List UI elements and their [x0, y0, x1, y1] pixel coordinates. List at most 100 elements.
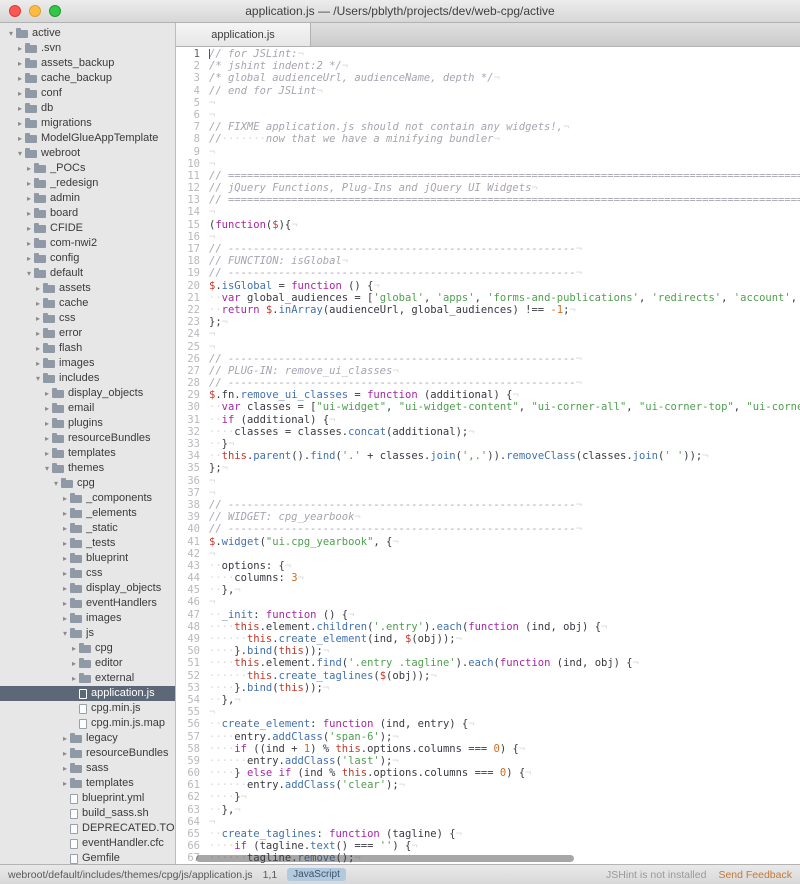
editor[interactable]: 1 2 3 4 5 6 7 8 9 10 11 12 13 14 15 16 17 18 19 20 21 22 23 24 2… — [176, 47, 800, 864]
tree-item-display_objects[interactable]: ▸ display_objects — [0, 386, 175, 401]
disclosure-triangle-icon[interactable]: ▸ — [24, 221, 34, 236]
tree-item-templates[interactable]: ▸ templates — [0, 776, 175, 791]
tree-item-email[interactable]: ▸ email — [0, 401, 175, 416]
disclosure-triangle-icon[interactable]: ▸ — [60, 521, 70, 536]
tree-item-CFIDE[interactable]: ▸ CFIDE — [0, 221, 175, 236]
tree-item-images[interactable]: ▸ images — [0, 356, 175, 371]
disclosure-triangle-icon[interactable]: ▸ — [24, 176, 34, 191]
disclosure-triangle-icon[interactable]: ▸ — [15, 101, 25, 116]
disclosure-triangle-icon[interactable]: ▸ — [60, 551, 70, 566]
tree-item-Gemfile[interactable]: Gemfile — [0, 851, 175, 864]
code-line-39[interactable]: // WIDGET: cpg_yearbook¬ — [209, 511, 800, 523]
disclosure-triangle-icon[interactable]: ▸ — [24, 191, 34, 206]
tree-item-cache[interactable]: ▸ cache — [0, 296, 175, 311]
code-line-17[interactable]: // -------------------------------------… — [209, 243, 800, 255]
disclosure-triangle-icon[interactable]: ▸ — [33, 341, 43, 356]
code-line-38[interactable]: // -------------------------------------… — [209, 499, 800, 511]
code-line-18[interactable]: // FUNCTION: isGlobal¬ — [209, 255, 800, 267]
code-line-54[interactable]: ··},¬ — [209, 694, 800, 706]
tree-item-config[interactable]: ▸ config — [0, 251, 175, 266]
tree-item-application.js[interactable]: application.js — [0, 686, 175, 701]
disclosure-triangle-icon[interactable]: ▸ — [15, 131, 25, 146]
code-line-35[interactable]: };¬ — [209, 462, 800, 474]
code-line-26[interactable]: // -------------------------------------… — [209, 353, 800, 365]
code-line-34[interactable]: ··this.parent().find('.' + classes.join(… — [209, 450, 800, 462]
tree-item-editor[interactable]: ▸ editor — [0, 656, 175, 671]
code-line-6[interactable]: ¬ — [209, 109, 800, 121]
disclosure-triangle-icon[interactable]: ▸ — [60, 731, 70, 746]
code-line-21[interactable]: ··var global_audiences = ['global', 'app… — [209, 292, 800, 304]
disclosure-triangle-icon[interactable]: ▸ — [15, 41, 25, 56]
disclosure-triangle-icon[interactable]: ▾ — [60, 626, 70, 641]
code-line-48[interactable]: ····this.element.children('.entry').each… — [209, 621, 800, 633]
code-line-25[interactable]: ¬ — [209, 341, 800, 353]
tree-item-_components[interactable]: ▸ _components — [0, 491, 175, 506]
disclosure-triangle-icon[interactable]: ▸ — [24, 236, 34, 251]
disclosure-triangle-icon[interactable]: ▾ — [15, 146, 25, 161]
tree-item-eventHandlers[interactable]: ▸ eventHandlers — [0, 596, 175, 611]
code-line-57[interactable]: ····entry.addClass('span-6');¬ — [209, 731, 800, 743]
tree-item-build_sass.sh[interactable]: build_sass.sh — [0, 806, 175, 821]
tree-item-cpg[interactable]: ▾ cpg — [0, 476, 175, 491]
tree-item-DEPRECATED.TODO[interactable]: DEPRECATED.TODO — [0, 821, 175, 836]
tree-item-conf[interactable]: ▸ conf — [0, 86, 175, 101]
code-line-32[interactable]: ····classes = classes.concat(additional)… — [209, 426, 800, 438]
disclosure-triangle-icon[interactable]: ▸ — [15, 71, 25, 86]
tree-item-cpg[interactable]: ▸ cpg — [0, 641, 175, 656]
tree-item-assets_backup[interactable]: ▸ assets_backup — [0, 56, 175, 71]
code-line-12[interactable]: // jQuery Functions, Plug-Ins and jQuery… — [209, 182, 800, 194]
tree-item-external[interactable]: ▸ external — [0, 671, 175, 686]
disclosure-triangle-icon[interactable]: ▸ — [24, 251, 34, 266]
code-line-61[interactable]: ······entry.addClass('clear');¬ — [209, 779, 800, 791]
tree-item-display_objects[interactable]: ▸ display_objects — [0, 581, 175, 596]
disclosure-triangle-icon[interactable]: ▾ — [33, 371, 43, 386]
disclosure-triangle-icon[interactable]: ▸ — [33, 326, 43, 341]
tree-item-includes[interactable]: ▾ includes — [0, 371, 175, 386]
tree-item-_POCs[interactable]: ▸ _POCs — [0, 161, 175, 176]
disclosure-triangle-icon[interactable]: ▸ — [42, 416, 52, 431]
code-line-59[interactable]: ······entry.addClass('last');¬ — [209, 755, 800, 767]
tree-item-admin[interactable]: ▸ admin — [0, 191, 175, 206]
code-line-4[interactable]: // end for JSLint¬ — [209, 85, 800, 97]
disclosure-triangle-icon[interactable]: ▸ — [60, 566, 70, 581]
tree-item-.svn[interactable]: ▸ .svn — [0, 41, 175, 56]
code-line-11[interactable]: // =====================================… — [209, 170, 800, 182]
code-line-42[interactable]: ¬ — [209, 548, 800, 560]
close-button[interactable] — [9, 5, 21, 17]
tree-item-eventHandler.cfc[interactable]: eventHandler.cfc — [0, 836, 175, 851]
tree-item-resourceBundles[interactable]: ▸ resourceBundles — [0, 746, 175, 761]
disclosure-triangle-icon[interactable]: ▸ — [24, 161, 34, 176]
code-line-49[interactable]: ······this.create_element(ind, $(obj));¬ — [209, 633, 800, 645]
disclosure-triangle-icon[interactable]: ▸ — [60, 596, 70, 611]
code-line-20[interactable]: $.isGlobal = function () {¬ — [209, 280, 800, 292]
send-feedback-button[interactable]: Send Feedback — [718, 869, 792, 881]
tree-item-migrations[interactable]: ▸ migrations — [0, 116, 175, 131]
code-line-7[interactable]: // FIXME application.js should not conta… — [209, 121, 800, 133]
code-line-31[interactable]: ··if (additional) {¬ — [209, 414, 800, 426]
code-line-23[interactable]: };¬ — [209, 316, 800, 328]
disclosure-triangle-icon[interactable]: ▾ — [42, 461, 52, 476]
file-tree[interactable]: ▾ active ▸ .svn ▸ assets_backup ▸ cache_backup ▸… — [0, 23, 176, 864]
disclosure-triangle-icon[interactable]: ▸ — [69, 656, 79, 671]
tree-item-assets[interactable]: ▸ assets — [0, 281, 175, 296]
grammar-selector[interactable]: JavaScript — [287, 868, 346, 881]
code-line-62[interactable]: ····}¬ — [209, 791, 800, 803]
disclosure-triangle-icon[interactable]: ▸ — [24, 206, 34, 221]
disclosure-triangle-icon[interactable]: ▸ — [42, 401, 52, 416]
code-line-64[interactable]: ¬ — [209, 816, 800, 828]
tree-item-board[interactable]: ▸ board — [0, 206, 175, 221]
code-line-47[interactable]: ··_init: function () {¬ — [209, 609, 800, 621]
code-line-33[interactable]: ··}¬ — [209, 438, 800, 450]
tree-item-sass[interactable]: ▸ sass — [0, 761, 175, 776]
disclosure-triangle-icon[interactable]: ▸ — [69, 641, 79, 656]
code-line-37[interactable]: ¬ — [209, 487, 800, 499]
disclosure-triangle-icon[interactable]: ▸ — [33, 281, 43, 296]
horizontal-scrollbar[interactable] — [196, 855, 574, 862]
tree-item-css[interactable]: ▸ css — [0, 311, 175, 326]
disclosure-triangle-icon[interactable]: ▸ — [60, 746, 70, 761]
tree-item-resourceBundles[interactable]: ▸ resourceBundles — [0, 431, 175, 446]
code-line-15[interactable]: (function($){¬ — [209, 219, 800, 231]
tree-item-active[interactable]: ▾ active — [0, 26, 175, 41]
tree-item-db[interactable]: ▸ db — [0, 101, 175, 116]
code-line-24[interactable]: ¬ — [209, 328, 800, 340]
